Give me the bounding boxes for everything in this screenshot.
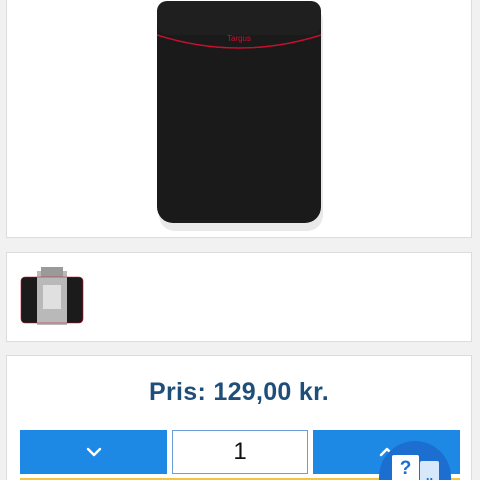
price: Pris: 129,00 kr. xyxy=(7,378,471,407)
thumbnail-strip xyxy=(6,252,472,342)
price-label: Pris: xyxy=(149,378,207,406)
laptop-sleeve-image[interactable]: Targus xyxy=(139,0,339,231)
price-value: 129,00 kr. xyxy=(213,378,329,406)
help-dots-icon: .. xyxy=(420,461,439,480)
chevron-down-icon xyxy=(86,447,101,457)
brand-logo: Targus xyxy=(227,34,251,43)
product-page: Targus Pris: 129,00 kr. 1 ? .. xyxy=(0,0,480,480)
quantity-input[interactable] xyxy=(172,430,308,474)
product-image-card: Targus xyxy=(6,0,472,238)
decrease-quantity-button[interactable] xyxy=(20,430,167,474)
help-question-icon[interactable]: ? xyxy=(392,455,419,480)
laptop-sleeve-thumbnail[interactable] xyxy=(19,267,85,329)
